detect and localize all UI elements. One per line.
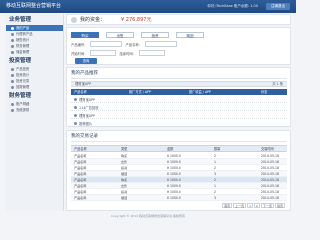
search-panel: 购买 出售 投资 赎回 产品编号： 产品名称： 开始时间： 结束时间： 查询 [66,27,291,65]
cell-time: 2014-05-18 [261,196,279,200]
col-product: 产品名称 [74,147,87,151]
sidebar-item-label: 佣金管理 [16,50,30,54]
bullet-icon [11,32,14,36]
col-time: 交易时间 [261,147,274,151]
products-col-method: 推广方式 / APP [129,90,151,94]
product-name-input[interactable] [144,41,177,47]
table-row[interactable]: 产品名称 赎回 ¥ 1000.0 3 2014-05-18 [71,195,287,201]
tab-invest[interactable]: 投资 [141,32,169,38]
bullet-icon [11,26,14,30]
list-item[interactable]: 推荐图片 [71,120,287,127]
records-table-header: 产品名称 类型 金额 数量 交易时间 [71,145,287,152]
tab-sell[interactable]: 出售 [106,32,134,38]
product-id-input[interactable] [90,41,123,47]
cell-type: 赎回 [121,196,128,200]
products-table-header: 产品名称 推广方式 / APP 推广收益 / APP 状态 [71,89,287,95]
products-title: 我的产品推荐 [71,71,98,76]
list-item-label: 114广告投放 [79,105,99,110]
products-col-status: 状态 [261,90,268,94]
start-time-label: 开始时间： [71,51,88,56]
bullet-icon [74,113,77,117]
title-divider [71,141,287,142]
start-time-input[interactable] [90,50,117,56]
footer-copyright: Copyright © 2014 移动互联网整合营销平台 版权所有 [110,214,186,218]
products-col-income: 推广收益 / APP [189,90,211,94]
page-1[interactable]: 1 [247,203,254,208]
bullet-icon [74,97,77,101]
bullet-icon [11,44,14,48]
end-time-label: 结束时间： [119,51,136,56]
assets-bar: 我的资金： ¥ 276,897元 [66,14,291,25]
sidebar-item-label: 回报管理 [16,85,30,89]
user-info: 你好,iTechBase 账户余额: 1.00 [207,4,258,8]
brand-title: 移动互联网整合营销平台 [6,3,62,9]
cell-product: 产品名称 [74,196,87,200]
bullet-icon [11,73,14,77]
bullet-icon [11,79,14,83]
tab-buy[interactable]: 购买 [71,32,99,38]
sidebar-group-title: 财务管理 [9,93,32,99]
main-content: 我的资金： ¥ 276,897元 购买 出售 投资 赎回 产品编号： 产品名称：… [66,14,291,211]
tab-redeem[interactable]: 赎回 [176,32,204,38]
bullet-icon [11,38,14,42]
bullet-icon [11,67,14,71]
products-count: 共 1 条 [272,82,283,86]
search-row-1: 产品编号： 产品名称： [71,41,177,47]
records-panel: 我的交易记录 产品名称 类型 金额 数量 交易时间 产品名称 购买 ¥ 1000… [66,130,291,211]
trade-type-tabs: 购买 出售 投资 赎回 [71,32,204,38]
products-subbar: 理财宝APP 共 1 条 [71,81,287,87]
col-amount: 金额 [167,147,174,151]
page-next[interactable]: 下一页 [260,203,274,208]
list-item[interactable]: 114广告投放 [71,104,287,111]
bullet-icon [74,121,77,125]
logout-button[interactable]: 注销退出 [266,3,290,10]
product-name-label: 产品名称： [125,42,142,47]
end-time-input[interactable] [138,50,165,56]
products-subbar-label: 理财宝APP [75,82,92,86]
sidebar-group-business: 业务管理 我的产品 代理商产品 销售统计 财务管理 佣金管理 [6,16,63,55]
products-col-name: 产品名称 [74,90,87,94]
bullet-icon [11,108,14,112]
search-row-2: 开始时间： 结束时间： [71,50,165,56]
assets-amount: ¥ 276,897元 [121,17,152,23]
bullet-icon [11,102,14,106]
products-panel: 我的产品推荐 理财宝APP 共 1 条 产品名称 推广方式 / APP 推广收益… [66,67,291,127]
page-prev[interactable]: 上一页 [233,203,247,208]
search-button[interactable]: 查询 [75,58,97,64]
sidebar-item-commission[interactable]: 佣金管理 [6,49,63,55]
col-quantity: 数量 [214,147,221,151]
page-2[interactable]: 2 [254,203,260,208]
records-title: 我的交易记录 [71,134,98,139]
top-header: 移动互联网整合营销平台 你好,iTechBase 账户余额: 1.00 注销退出 [0,0,296,13]
assets-label: 我的资金： [80,17,106,23]
page-first[interactable]: 首页 [222,203,233,208]
cell-amount: ¥ 1000.0 [167,196,181,200]
list-item-label: 理财宝APP [79,97,96,102]
sidebar-group-title: 投资管理 [9,58,32,64]
sidebar: 业务管理 我的产品 代理商产品 销售统计 财务管理 佣金管理 投资管理 产品投资… [6,14,64,211]
col-type: 类型 [121,147,128,151]
bullet-icon [11,50,14,54]
sidebar-item-deposit-withdraw[interactable]: 充值提现 [6,107,63,113]
bullet-icon [74,105,77,109]
product-id-label: 产品编号： [71,42,88,47]
bullet-icon [11,85,14,89]
pagination: 首页 上一页 1 2 下一页 尾页 [222,203,285,208]
list-item[interactable]: 理财宝APP [71,112,287,119]
sidebar-group-investment: 投资管理 产品投资 投资统计 投资记录 回报管理 [6,57,63,90]
wallet-icon [71,17,77,23]
list-item-label: 推荐图片 [79,121,93,126]
list-item-label: 理财宝APP [79,113,96,118]
title-divider [71,78,287,79]
page-last[interactable]: 尾页 [274,203,285,208]
sidebar-item-label: 充值提现 [16,108,30,112]
cell-quantity: 3 [214,196,216,200]
app-root: 移动互联网整合营销平台 你好,iTechBase 账户余额: 1.00 注销退出… [0,0,296,220]
list-item[interactable]: 理财宝APP [71,96,287,103]
sidebar-item-returns[interactable]: 回报管理 [6,84,63,90]
sidebar-group-title: 业务管理 [9,17,32,23]
sidebar-group-finance: 财务管理 账户明细 充值提现 [6,92,63,113]
